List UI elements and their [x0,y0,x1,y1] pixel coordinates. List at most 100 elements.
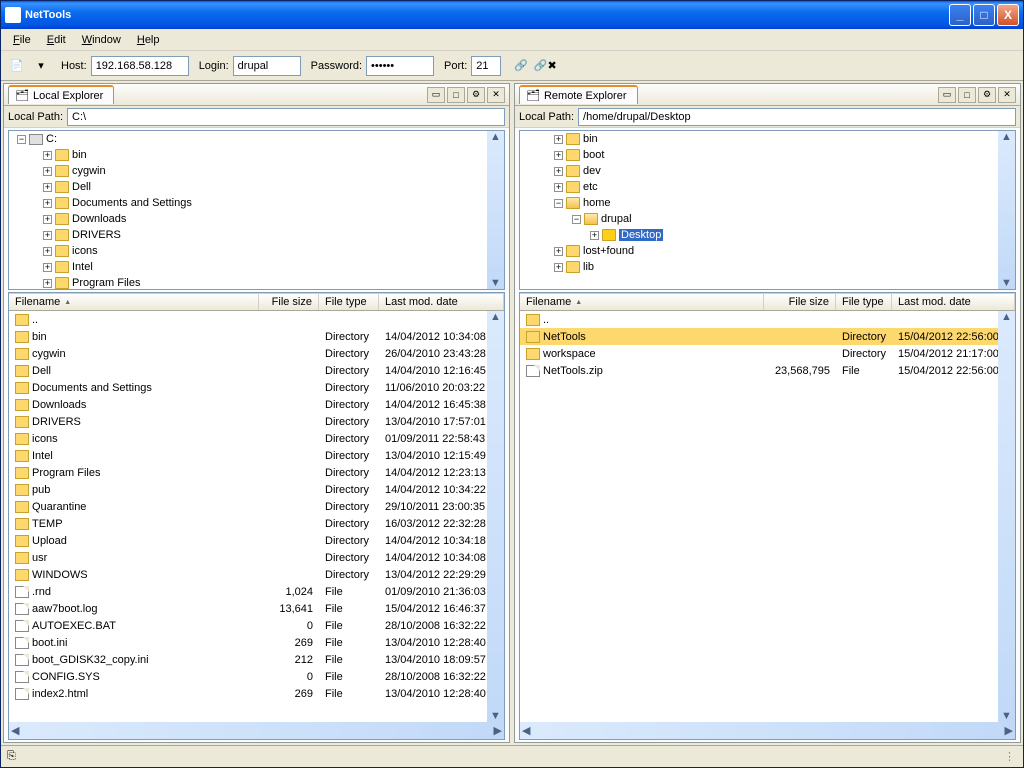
tree-node[interactable]: +Downloads [9,211,504,227]
host-input[interactable] [91,56,189,76]
expand-icon[interactable]: + [43,231,52,240]
expand-icon[interactable]: + [43,199,52,208]
pane-close-icon[interactable]: ✕ [998,87,1016,103]
close-button[interactable]: X [997,4,1019,26]
collapse-icon[interactable]: − [554,199,563,208]
expand-icon[interactable]: + [554,183,563,192]
expand-icon[interactable]: + [43,247,52,256]
file-row[interactable]: workspace Directory 15/04/2012 21:17:00 [520,345,1015,362]
file-row[interactable]: WINDOWS Directory 13/04/2012 22:29:29 [9,566,504,583]
pane-opts-icon[interactable]: ⚙ [978,87,996,103]
col-filesize[interactable]: File size [764,294,836,310]
file-row[interactable]: Documents and Settings Directory 11/06/2… [9,379,504,396]
collapse-icon[interactable]: − [17,135,26,144]
pane-opts-icon[interactable]: ⚙ [467,87,485,103]
expand-icon[interactable]: + [554,151,563,160]
vscrollbar[interactable]: ▲▼ [998,311,1015,722]
tree-node[interactable]: +Documents and Settings [9,195,504,211]
titlebar[interactable]: NetTools _ □ X [1,1,1023,29]
tree-node[interactable]: +bin [9,147,504,163]
local-tab[interactable]: 🗂 Local Explorer [8,85,114,104]
file-row[interactable]: Program Files Directory 14/04/2012 12:23… [9,464,504,481]
file-row[interactable]: Quarantine Directory 29/10/2011 23:00:35 [9,498,504,515]
file-row[interactable]: boot_GDISK32_copy.ini 212 File 13/04/201… [9,651,504,668]
port-input[interactable] [471,56,501,76]
new-tab-icon[interactable]: 📄 [7,56,27,76]
file-row[interactable]: .. [9,311,504,328]
hscrollbar[interactable]: ◀▶ [9,722,504,739]
expand-icon[interactable]: + [554,167,563,176]
remote-tab[interactable]: 🗂 Remote Explorer [519,85,638,104]
tree-node[interactable]: +icons [9,243,504,259]
file-row[interactable]: boot.ini 269 File 13/04/2010 12:28:40 [9,634,504,651]
expand-icon[interactable]: + [43,279,52,288]
password-input[interactable] [366,56,434,76]
col-filetype[interactable]: File type [836,294,892,310]
file-row[interactable]: Downloads Directory 14/04/2012 16:45:38 [9,396,504,413]
menu-edit[interactable]: Edit [39,32,74,48]
tree-node[interactable]: +Dell [9,179,504,195]
tree-node[interactable]: +lost+found [520,243,1015,259]
expand-icon[interactable]: + [43,263,52,272]
disconnect-icon[interactable]: 🔗✖ [535,56,555,76]
vscrollbar[interactable]: ▲▼ [487,311,504,722]
file-row[interactable]: Dell Directory 14/04/2010 12:16:45 [9,362,504,379]
resize-grip-icon[interactable]: ⋮ [1004,750,1017,763]
file-row[interactable]: AUTOEXEC.BAT 0 File 28/10/2008 16:32:22 [9,617,504,634]
tree-node[interactable]: +etc [520,179,1015,195]
expand-icon[interactable]: + [43,183,52,192]
tree-scrollbar[interactable]: ▲▼ [487,131,504,289]
file-row[interactable]: .rnd 1,024 File 01/09/2010 21:36:03 [9,583,504,600]
expand-icon[interactable]: + [554,247,563,256]
pane-close-icon[interactable]: ✕ [487,87,505,103]
tree-node[interactable]: +dev [520,163,1015,179]
expand-icon[interactable]: + [590,231,599,240]
tree-node[interactable]: −drupal [520,211,1015,227]
file-row[interactable]: .. [520,311,1015,328]
dropdown-icon[interactable]: ▾ [31,56,51,76]
menu-window[interactable]: Window [74,32,129,48]
local-tree[interactable]: −C:+bin+cygwin+Dell+Documents and Settin… [8,130,505,290]
collapse-icon[interactable]: − [572,215,581,224]
tree-node-selected[interactable]: +Desktop [520,227,1015,243]
file-row[interactable]: aaw7boot.log 13,641 File 15/04/2012 16:4… [9,600,504,617]
file-row[interactable]: CONFIG.SYS 0 File 28/10/2008 16:32:22 [9,668,504,685]
col-filetype[interactable]: File type [319,294,379,310]
tree-node[interactable]: −C: [9,131,504,147]
pane-min-icon[interactable]: ▭ [427,87,445,103]
col-date[interactable]: Last mod. date [379,294,504,310]
pane-max-icon[interactable]: □ [958,87,976,103]
expand-icon[interactable]: + [554,135,563,144]
menu-help[interactable]: Help [129,32,168,48]
maximize-button[interactable]: □ [973,4,995,26]
remote-tree[interactable]: +bin+boot+dev+etc−home−drupal+Desktop+lo… [519,130,1016,290]
file-row[interactable]: cygwin Directory 26/04/2010 23:43:28 [9,345,504,362]
tree-node[interactable]: +bin [520,131,1015,147]
tree-scrollbar[interactable]: ▲▼ [998,131,1015,289]
expand-icon[interactable]: + [554,263,563,272]
file-row[interactable]: DRIVERS Directory 13/04/2010 17:57:01 [9,413,504,430]
local-path-input[interactable] [67,108,505,126]
tree-node[interactable]: +Intel [9,259,504,275]
file-row[interactable]: icons Directory 01/09/2011 22:58:43 [9,430,504,447]
file-row[interactable]: index2.html 269 File 13/04/2010 12:28:40 [9,685,504,702]
tree-node[interactable]: +lib [520,259,1015,275]
file-row[interactable]: NetTools.zip 23,568,795 File 15/04/2012 … [520,362,1015,379]
file-row[interactable]: TEMP Directory 16/03/2012 22:32:28 [9,515,504,532]
pane-min-icon[interactable]: ▭ [938,87,956,103]
expand-icon[interactable]: + [43,167,52,176]
expand-icon[interactable]: + [43,215,52,224]
file-row[interactable]: usr Directory 14/04/2012 10:34:08 [9,549,504,566]
login-input[interactable] [233,56,301,76]
connect-icon[interactable]: 🔗 [511,56,531,76]
file-row[interactable]: bin Directory 14/04/2012 10:34:08 [9,328,504,345]
file-row[interactable]: Intel Directory 13/04/2010 12:15:49 [9,447,504,464]
hscrollbar[interactable]: ◀▶ [520,722,1015,739]
minimize-button[interactable]: _ [949,4,971,26]
remote-path-input[interactable] [578,108,1016,126]
col-filename[interactable]: Filename [520,294,764,310]
menu-file[interactable]: File [5,32,39,48]
tree-node[interactable]: +Program Files [9,275,504,290]
col-filename[interactable]: Filename [9,294,259,310]
tree-node[interactable]: +boot [520,147,1015,163]
